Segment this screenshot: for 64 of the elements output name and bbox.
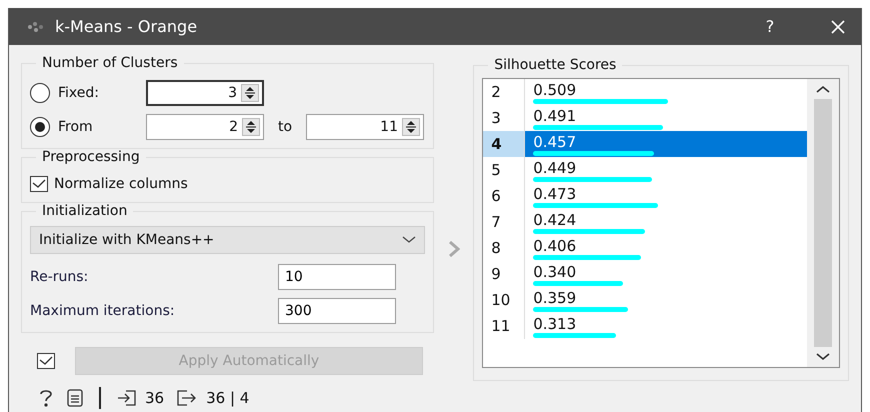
list-item[interactable]: 0.424 [525,209,807,235]
score-value: 0.359 [533,289,578,307]
method-dropdown[interactable]: Initialize with KMeans++ [30,226,425,254]
score-value: 0.491 [533,107,578,125]
input-field[interactable]: 10 [278,264,396,290]
score-value: 0.509 [533,81,578,99]
stepper-icon [242,118,260,136]
app-icon [27,20,45,34]
score-value: 0.424 [533,211,578,229]
list-item[interactable]: 0.313 [525,313,807,339]
list-item[interactable]: 0.340 [525,261,807,287]
list-item[interactable]: 0.509 [525,79,807,105]
score-value: 0.457 [533,133,578,151]
close-icon [830,18,846,34]
field-label: Re-runs: [30,269,90,285]
radio-button[interactable] [30,83,50,103]
score-value: 0.473 [533,185,578,203]
score-value: 0.313 [533,315,578,333]
score-value: 0.340 [533,263,578,281]
spin-box[interactable]: 2 [146,114,264,140]
chevron-down-icon [402,236,416,244]
chevron-down-icon [816,353,830,361]
table-cell: 5 [483,157,526,183]
scrollbar[interactable] [807,79,839,367]
spin-box[interactable]: 3 [146,80,264,106]
radio-label: Fixed: [58,85,100,101]
table-cell: 6 [483,183,526,209]
list-item[interactable]: 0.406 [525,235,807,261]
score-value: 0.449 [533,159,578,177]
chevron-up-icon [816,85,830,93]
group-title: Preprocessing [36,149,146,165]
input-field[interactable]: 300 [278,298,396,324]
document-icon [67,389,83,407]
spin-box[interactable]: 11 [306,114,424,140]
table-cell: 7 [483,209,526,235]
checkbox[interactable] [30,176,48,192]
score-value: 0.406 [533,237,578,255]
output-icon [176,389,198,407]
output-count: 36 | 4 [206,389,250,407]
list-item[interactable]: 0.449 [525,157,807,183]
list-item[interactable]: 0.359 [525,287,807,313]
range-label: to [276,119,294,135]
list-item[interactable]: 0.491 [525,105,807,131]
stepper-icon [241,84,259,102]
checkbox-label: Normalize columns [54,176,188,192]
stepper-icon [402,118,420,136]
radio-label: From [58,119,94,135]
help-button[interactable]: ? [747,8,793,45]
radio-button[interactable] [30,117,50,137]
list-item[interactable]: 0.457 [525,131,807,157]
table-cell: 9 [483,261,526,287]
chevron-right-icon [448,240,460,256]
help-icon [37,388,55,408]
window-title: k-Means - Orange [55,17,198,36]
table-cell: 10 [483,287,526,313]
input-count: 36 [145,389,164,407]
table-cell: 11 [483,313,526,339]
input-icon [117,389,137,407]
table-cell: 2 [483,79,526,105]
field-label: Maximum iterations: [30,303,176,319]
table-cell: 4 [483,131,526,157]
scroll-thumb[interactable] [814,99,832,347]
table-cell: 8 [483,235,526,261]
list-item[interactable]: 0.473 [525,183,807,209]
